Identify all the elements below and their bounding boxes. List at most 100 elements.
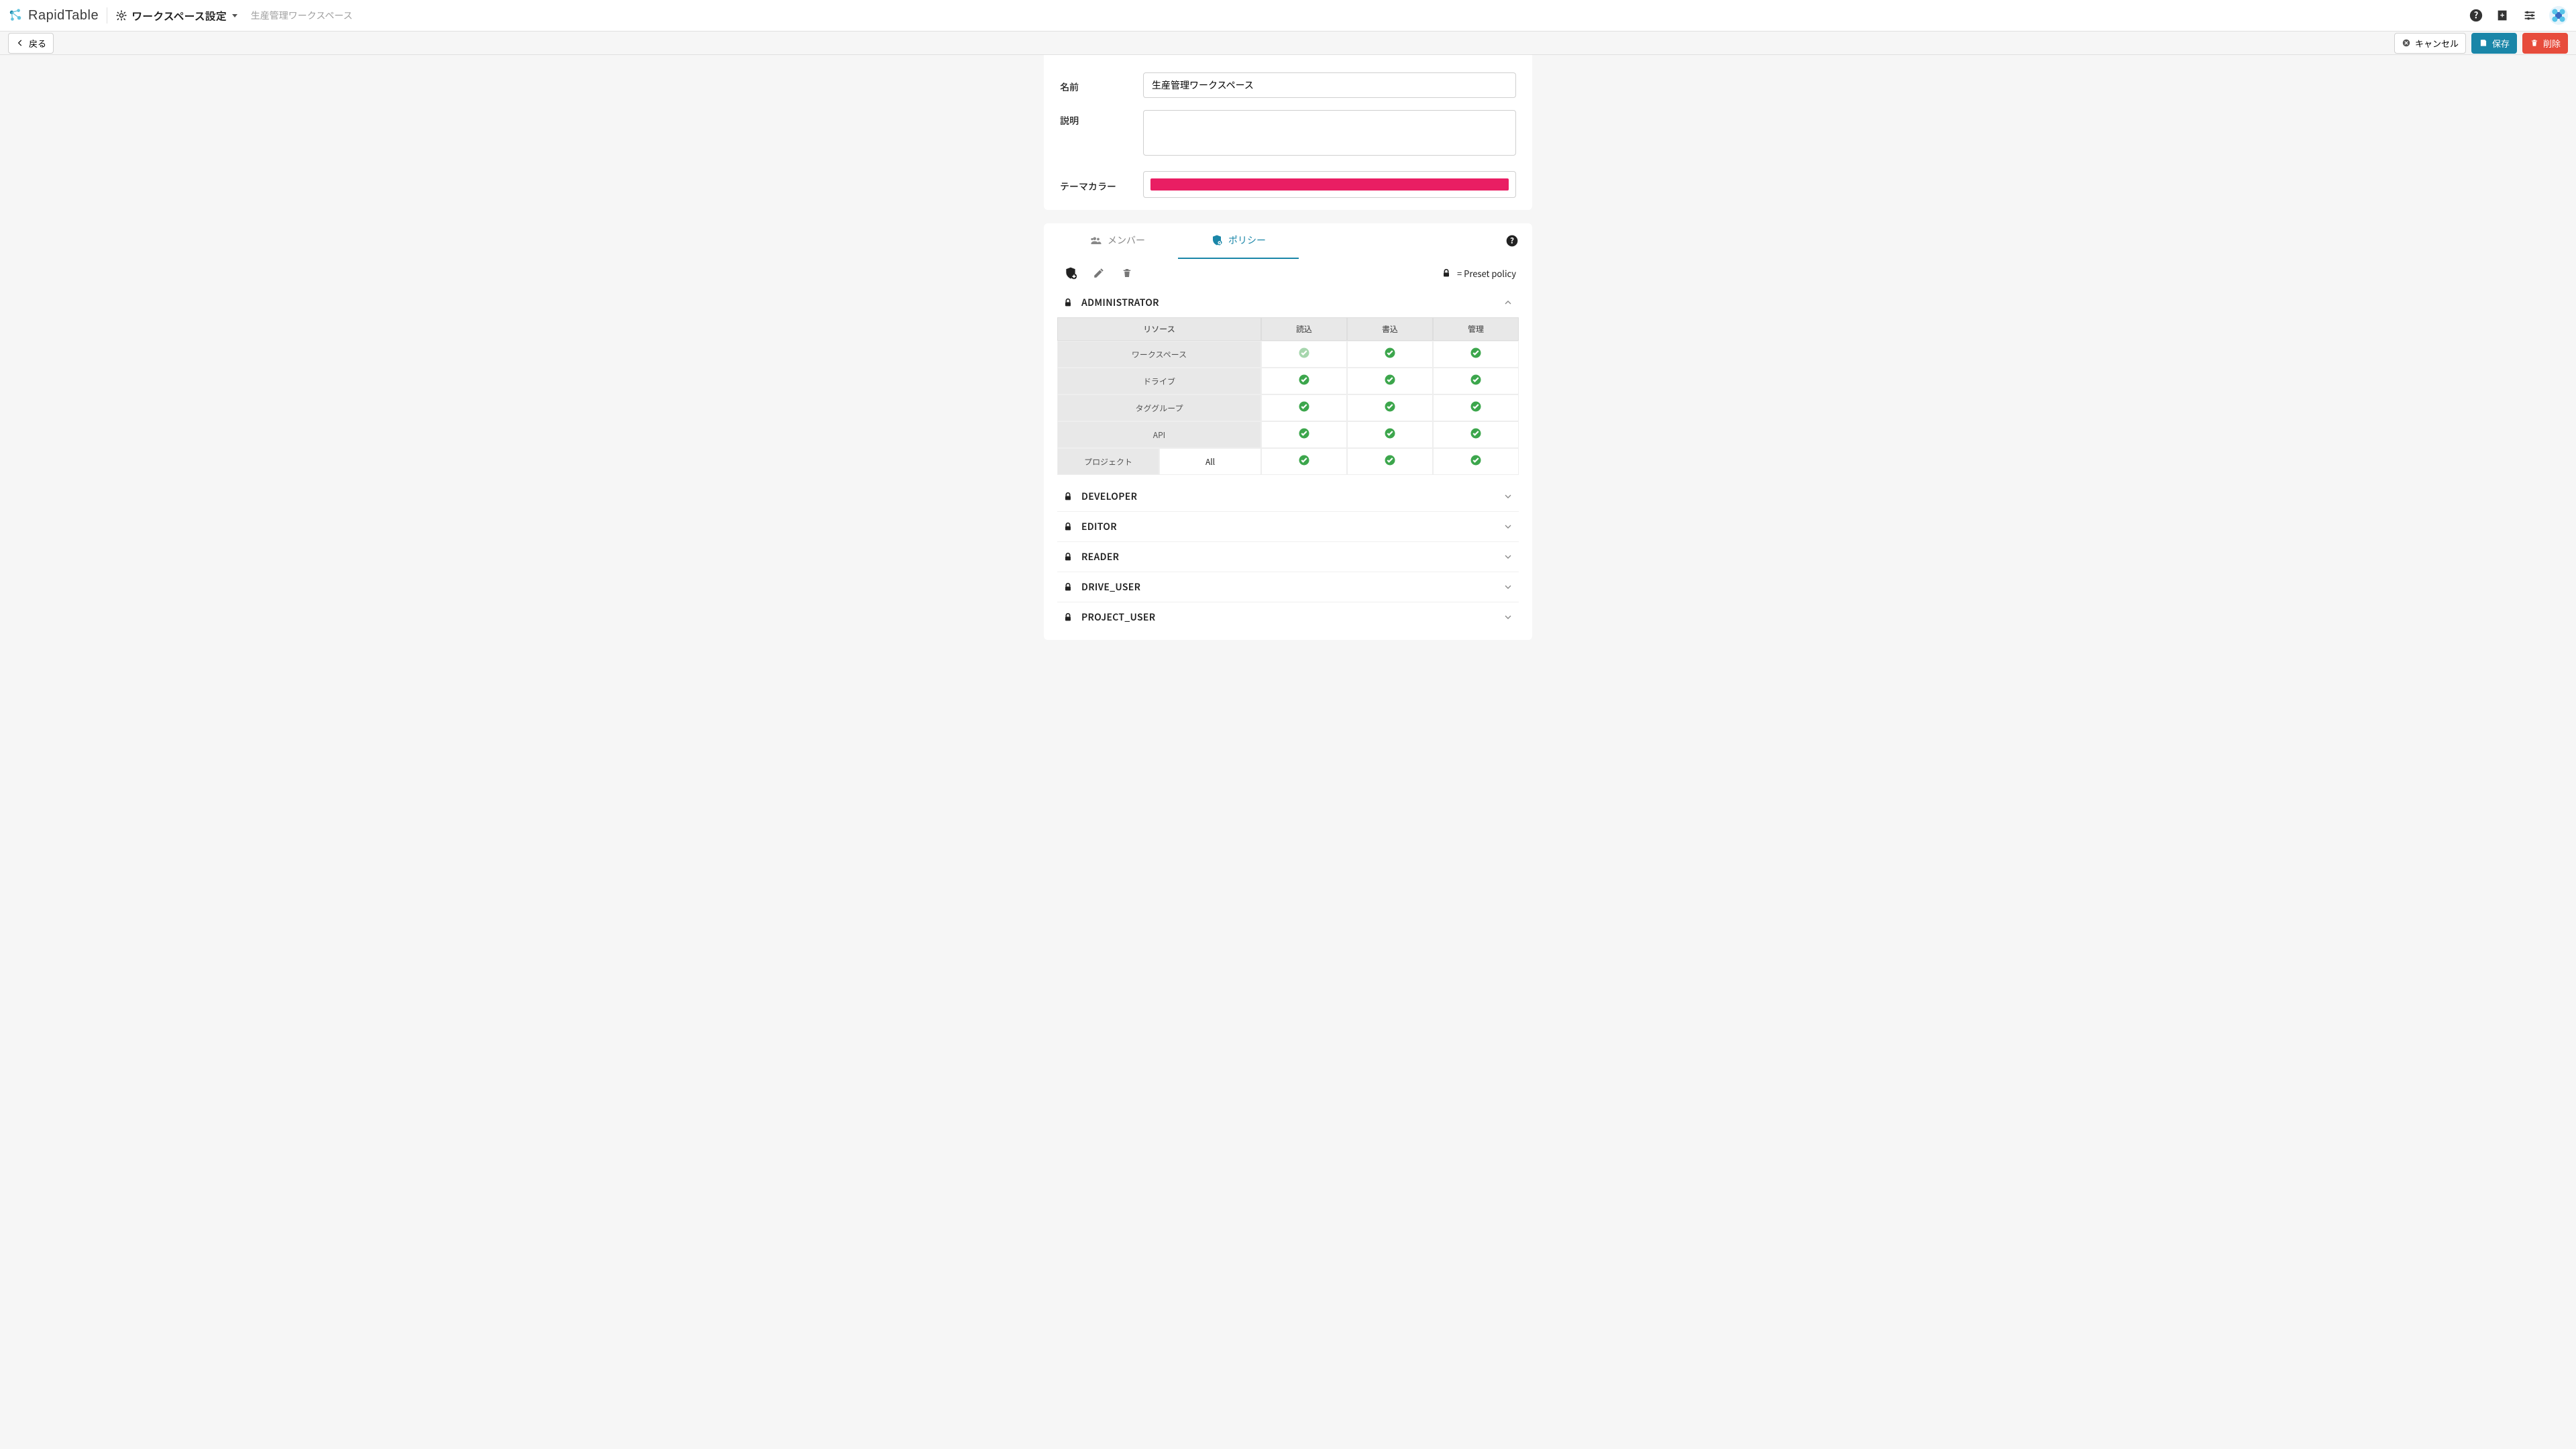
chevron-left-icon <box>15 38 25 48</box>
policy-header-administrator[interactable]: ADMINISTRATOR <box>1057 288 1519 317</box>
policy-reader: READER <box>1057 541 1519 572</box>
action-bar: 戻る キャンセル 保存 削除 <box>0 32 2576 55</box>
perm-manage[interactable] <box>1433 448 1519 475</box>
workspace-settings-label: ワークスペース設定 <box>131 7 227 23</box>
tab-policies-label: ポリシー <box>1228 233 1266 247</box>
resource-cell: タググループ <box>1057 394 1261 421</box>
resource-cell: API <box>1057 421 1261 448</box>
save-icon <box>2479 38 2488 48</box>
perm-write[interactable] <box>1347 368 1433 394</box>
table-row: タググループ <box>1057 394 1519 421</box>
desc-input[interactable] <box>1143 110 1516 156</box>
policy-header[interactable]: PROJECT_USER <box>1057 602 1519 632</box>
chevron-up-icon <box>1503 297 1513 308</box>
check-icon <box>1384 454 1396 466</box>
tab-members[interactable]: メンバー <box>1057 223 1178 259</box>
brand-name: RapidTable <box>28 8 99 23</box>
back-button[interactable]: 戻る <box>8 33 54 54</box>
resource-cell: ドライブ <box>1057 368 1261 394</box>
bookmark-add-icon[interactable] <box>2496 8 2510 23</box>
policy-project_user: PROJECT_USER <box>1057 602 1519 632</box>
perm-write[interactable] <box>1347 394 1433 421</box>
lock-icon <box>1441 268 1452 278</box>
trash-icon <box>1121 267 1133 279</box>
perm-read[interactable] <box>1261 448 1347 475</box>
theme-color-swatch <box>1150 178 1509 191</box>
check-icon <box>1298 374 1310 386</box>
breadcrumb-workspace: 生産管理ワークスペース <box>251 9 353 22</box>
avatar[interactable] <box>2549 6 2568 25</box>
policy-drive_user: DRIVE_USER <box>1057 572 1519 602</box>
perm-read[interactable] <box>1261 394 1347 421</box>
resource-sub-cell: All <box>1159 448 1261 475</box>
perm-manage[interactable] <box>1433 341 1519 368</box>
policy-name: READER <box>1081 550 1119 564</box>
lock-icon <box>1063 297 1073 308</box>
policy-name: EDITOR <box>1081 520 1117 533</box>
policy-header[interactable]: EDITOR <box>1057 511 1519 541</box>
theme-color-picker[interactable] <box>1143 171 1516 198</box>
policy-header[interactable]: DEVELOPER <box>1057 482 1519 511</box>
perm-manage[interactable] <box>1433 421 1519 448</box>
check-icon <box>1470 374 1482 386</box>
tune-icon[interactable] <box>2522 8 2537 23</box>
perm-manage[interactable] <box>1433 368 1519 394</box>
shield-add-icon <box>1064 266 1077 280</box>
perm-read[interactable] <box>1261 368 1347 394</box>
trash-icon <box>2530 38 2539 48</box>
check-icon <box>1298 400 1310 413</box>
col-write: 書込 <box>1347 317 1433 341</box>
lock-icon <box>1063 521 1073 532</box>
table-row: ワークスペース <box>1057 341 1519 368</box>
name-label: 名前 <box>1060 76 1143 94</box>
delete-button[interactable]: 削除 <box>2522 33 2568 54</box>
perm-read[interactable] <box>1261 421 1347 448</box>
perm-write[interactable] <box>1347 421 1433 448</box>
chevron-down-icon <box>1503 521 1513 532</box>
check-icon <box>1470 454 1482 466</box>
help-icon[interactable] <box>1505 234 1519 248</box>
perm-write[interactable] <box>1347 341 1433 368</box>
delete-label: 削除 <box>2543 37 2561 50</box>
policy-editor: EDITOR <box>1057 511 1519 541</box>
top-bar: RapidTable ワークスペース設定 生産管理ワークスペース <box>0 0 2576 32</box>
name-input[interactable] <box>1143 72 1516 98</box>
policy-name: PROJECT_USER <box>1081 610 1155 624</box>
desc-label: 説明 <box>1060 110 1143 127</box>
check-icon <box>1298 347 1310 359</box>
delete-policy-button[interactable] <box>1116 262 1138 284</box>
tab-policies[interactable]: ポリシー <box>1178 223 1299 259</box>
lock-icon <box>1063 551 1073 562</box>
chevron-down-icon <box>1503 551 1513 562</box>
policy-card: メンバー ポリシー = Preset policy <box>1044 223 1532 640</box>
check-icon <box>1298 454 1310 466</box>
help-icon[interactable] <box>2469 8 2483 23</box>
lock-icon <box>1063 491 1073 502</box>
cancel-button[interactable]: キャンセル <box>2394 33 2466 54</box>
check-icon <box>1470 400 1482 413</box>
save-button[interactable]: 保存 <box>2471 33 2517 54</box>
brand-logo[interactable]: RapidTable <box>8 8 99 23</box>
perm-manage[interactable] <box>1433 394 1519 421</box>
add-policy-button[interactable] <box>1060 262 1081 284</box>
workspace-form-card: 名前 説明 テーマカラー <box>1044 55 1532 210</box>
perm-write[interactable] <box>1347 448 1433 475</box>
perm-read[interactable] <box>1261 341 1347 368</box>
table-row: プロジェクトAll <box>1057 448 1519 475</box>
chevron-down-icon <box>1503 582 1513 592</box>
check-icon <box>1470 347 1482 359</box>
check-icon <box>1384 427 1396 439</box>
table-row: API <box>1057 421 1519 448</box>
edit-policy-button[interactable] <box>1088 262 1110 284</box>
workspace-settings-menu[interactable]: ワークスペース設定 <box>115 7 237 23</box>
resource-cell: プロジェクト <box>1057 448 1159 475</box>
policy-name: ADMINISTRATOR <box>1081 296 1159 309</box>
preset-legend: = Preset policy <box>1441 267 1516 280</box>
col-manage: 管理 <box>1433 317 1519 341</box>
preset-legend-text: = Preset policy <box>1457 267 1516 280</box>
policy-header[interactable]: DRIVE_USER <box>1057 572 1519 602</box>
members-icon <box>1090 234 1102 246</box>
policy-header[interactable]: READER <box>1057 541 1519 572</box>
check-icon <box>1384 400 1396 413</box>
pencil-icon <box>1093 267 1105 279</box>
